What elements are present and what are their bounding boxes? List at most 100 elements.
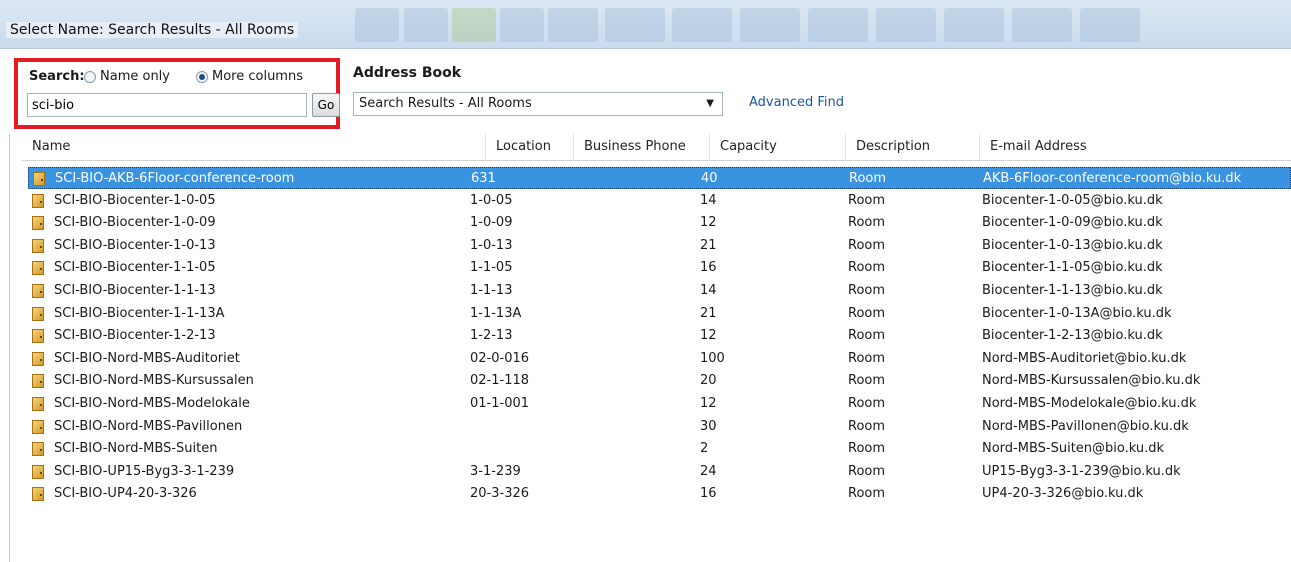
more-columns-label: More columns [212,69,303,84]
advanced-find-link[interactable]: Advanced Find [749,95,844,110]
cell-email: Biocenter-1-0-13@bio.ku.dk [982,237,1163,253]
cell-description: Room [848,328,886,344]
name-only-label: Name only [100,69,170,84]
table-row[interactable]: SCI-BIO-Nord-MBS-Kursussalen 02-1-118 20 Ro… [28,370,1291,392]
cell-description: Room [848,305,886,321]
column-header-business-phone[interactable]: Business Phone [574,134,710,160]
room-resource-icon [32,329,44,344]
cell-email: Nord-MBS-Auditoriet@bio.ku.dk [982,350,1187,366]
cell-location: 02-1-118 [470,373,530,389]
room-resource-icon [32,261,44,276]
cell-email: AKB-6Floor-conference-room@bio.ku.dk [983,171,1242,186]
cell-email: Biocenter-1-2-13@bio.ku.dk [982,328,1163,344]
cell-name: SCI-BIO-AKB-6Floor-conference-room [55,171,295,186]
cell-location: 1-1-05 [470,260,513,276]
search-panel: Search: Name only More columns Go [14,58,340,129]
cell-description: Room [848,463,886,479]
window-title: Select Name: Search Results - All Rooms [6,22,299,38]
table-row[interactable]: SCI-BIO-Nord-MBS-Pavillonen 30 Room Nord-MB… [28,416,1291,438]
cell-name: SCI-BIO-Biocenter-1-0-05 [54,192,216,208]
table-row[interactable]: SCI-BIO-UP4-20-3-326 20-3-326 16 Room UP4-20… [28,483,1291,505]
room-resource-icon [33,172,45,186]
cell-name: SCI-BIO-UP4-20-3-326 [54,486,197,502]
cell-name: SCI-BIO-Biocenter-1-2-13 [54,328,216,344]
cell-capacity: 100 [700,350,725,366]
room-resource-icon [32,238,44,253]
cell-description: Room [848,260,886,276]
cell-name: SCI-BIO-Nord-MBS-Kursussalen [54,373,254,389]
table-row[interactable]: SCI-BIO-AKB-6Floor-conference-room 631 40 R… [28,167,1291,189]
address-book-dropdown[interactable]: Search Results - All Rooms ▼ [353,92,723,116]
column-header-description[interactable]: Description [846,134,980,160]
column-header-email[interactable]: E-mail Address [980,134,1291,160]
search-input[interactable] [27,93,307,117]
room-resource-icon [32,419,44,434]
cell-capacity: 14 [700,192,717,208]
room-resource-icon [32,284,44,298]
cell-capacity: 12 [700,396,717,411]
name-only-radio[interactable]: Name only [84,69,170,84]
table-row[interactable]: SCI-BIO-Biocenter-1-1-05 1-1-05 16 Room Bioc… [28,257,1291,279]
cell-email: Nord-MBS-Modelokale@bio.ku.dk [982,396,1197,411]
cell-name: SCI-BIO-Nord-MBS-Pavillonen [54,418,243,434]
cell-capacity: 12 [700,215,717,231]
cell-capacity: 12 [700,328,717,344]
go-button[interactable]: Go [312,93,340,117]
cell-location: 3-1-239 [470,463,521,479]
table-row[interactable]: SCI-BIO-Nord-MBS-Suiten 2 Room Nord-MBS-Sui… [28,438,1291,460]
cell-location: 1-1-13A [470,305,522,321]
search-label: Search: [29,69,85,84]
cell-email: Biocenter-1-1-13@bio.ku.dk [982,283,1163,298]
cell-description: Room [848,350,886,366]
room-resource-icon [32,374,44,389]
cell-capacity: 40 [701,171,718,186]
cell-location: 1-1-13 [470,283,513,298]
chevron-down-icon: ▼ [706,98,714,109]
table-row[interactable]: SCI-BIO-Nord-MBS-Modelokale 01-1-001 12 Roo… [28,393,1291,415]
cell-location: 02-0-016 [470,350,530,366]
address-book-label: Address Book [353,65,462,81]
cell-location: 631 [471,171,496,186]
cell-name: SCI-BIO-Biocenter-1-1-13 [54,283,216,298]
room-resource-icon [32,464,44,479]
column-header-name[interactable]: Name [22,134,486,160]
more-columns-radio[interactable]: More columns [196,69,303,84]
cell-name: SCI-BIO-Biocenter-1-1-13A [54,305,225,321]
cell-description: Room [848,283,886,298]
cell-email: Nord-MBS-Suiten@bio.ku.dk [982,441,1165,457]
cell-capacity: 24 [700,463,717,479]
cell-capacity: 2 [700,441,709,457]
table-row[interactable]: SCI-BIO-Biocenter-1-0-13 1-0-13 21 Room Bioc… [28,235,1291,257]
table-row[interactable]: SCI-BIO-Biocenter-1-2-13 1-2-13 12 Room Bioc… [28,325,1291,347]
cell-email: UP15-Byg3-3-1-239@bio.ku.dk [982,463,1181,479]
cell-email: Biocenter-1-0-13A@bio.ku.dk [982,305,1172,321]
table-header: Name Location Business Phone Capacity De… [22,134,1291,161]
list-frame [9,134,10,562]
column-header-capacity[interactable]: Capacity [710,134,846,160]
cell-email: Biocenter-1-0-09@bio.ku.dk [982,215,1163,231]
cell-description: Room [848,441,886,457]
room-resource-icon [32,216,44,231]
room-resource-icon [32,306,44,321]
cell-capacity: 30 [700,418,717,434]
title-bar: Select Name: Search Results - All Rooms [0,0,1291,49]
cell-name: SCI-BIO-Biocenter-1-0-13 [54,237,216,253]
table-row[interactable]: SCI-BIO-Biocenter-1-0-05 1-0-05 14 Room Bioc… [28,190,1291,212]
cell-name: SCI-BIO-Nord-MBS-Modelokale [54,396,250,411]
cell-location: 1-0-13 [470,237,513,253]
room-resource-icon [32,487,44,502]
cell-description: Room [849,171,887,186]
cell-email: Biocenter-1-1-05@bio.ku.dk [982,260,1163,276]
cell-location: 01-1-001 [470,396,530,411]
table-row[interactable]: SCI-BIO-Biocenter-1-1-13A 1-1-13A 21 Room Bi… [28,303,1291,325]
table-row[interactable]: SCI-BIO-Biocenter-1-1-13 1-1-13 14 Room Bioc… [28,280,1291,302]
column-header-location[interactable]: Location [486,134,574,160]
table-row[interactable]: SCI-BIO-UP15-Byg3-3-1-239 3-1-239 24 Room UP… [28,461,1291,483]
table-row[interactable]: SCI-BIO-Nord-MBS-Auditoriet 02-0-016 100 Ro… [28,348,1291,370]
cell-location: 20-3-326 [470,486,530,502]
cell-email: Nord-MBS-Kursussalen@bio.ku.dk [982,373,1201,389]
table-row[interactable]: SCI-BIO-Biocenter-1-0-09 1-0-09 12 Room Bioc… [28,212,1291,234]
room-resource-icon [32,442,44,457]
room-resource-icon [32,351,44,366]
cell-description: Room [848,418,886,434]
